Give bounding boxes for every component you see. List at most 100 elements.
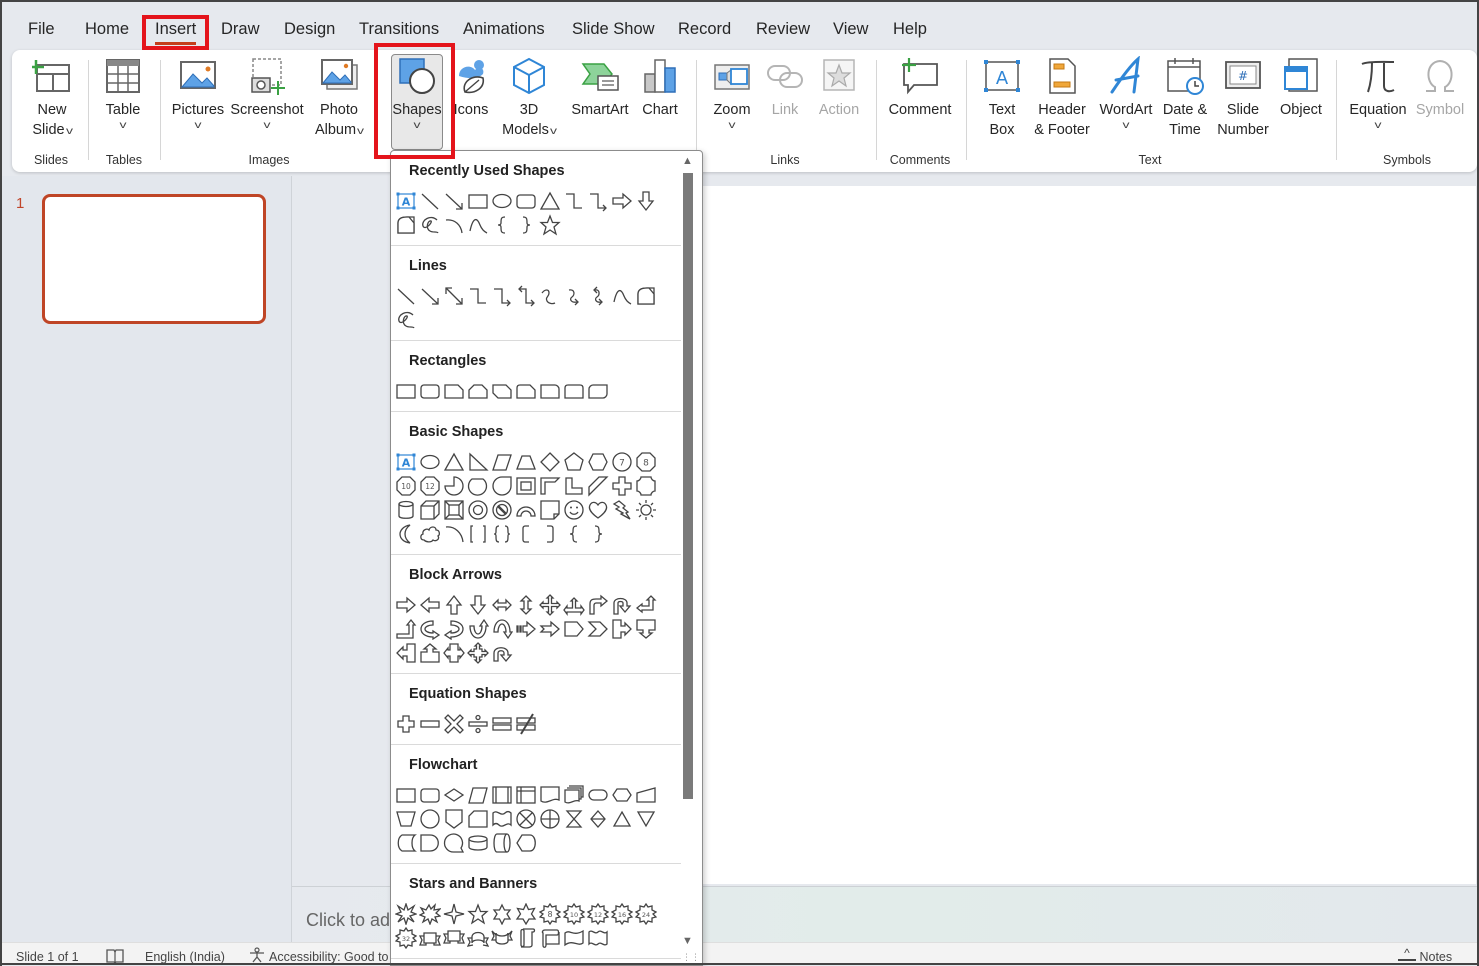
slide-number-button[interactable]: # Slide Number <box>1214 56 1272 140</box>
shape-chevron-icon[interactable] <box>586 617 610 641</box>
shape-sniprnd-icon[interactable] <box>514 379 538 403</box>
shape-curvedarrow-icon[interactable] <box>562 284 586 308</box>
shape-rnd2-icon[interactable] <box>562 379 586 403</box>
tab-draw[interactable]: Draw <box>221 20 260 39</box>
shape-line-icon[interactable] <box>418 189 442 213</box>
shape-divide-icon[interactable] <box>466 712 490 736</box>
shape-dcallout-icon[interactable] <box>634 617 658 641</box>
shape-uarrow-icon[interactable] <box>442 593 466 617</box>
shape-heart-icon[interactable] <box>586 498 610 522</box>
shape-equal-icon[interactable] <box>490 712 514 736</box>
shape-blockarc-icon[interactable] <box>514 498 538 522</box>
shape-dec-icon[interactable]: 10 <box>394 474 418 498</box>
shape-elbowarrow-icon[interactable] <box>490 284 514 308</box>
shape-star10-icon[interactable]: 10 <box>562 902 586 926</box>
shape-curve-icon[interactable] <box>466 213 490 237</box>
shape-rnddiag-icon[interactable] <box>586 379 610 403</box>
shape-rtriangle-icon[interactable] <box>466 450 490 474</box>
shape-lbracket-icon[interactable] <box>514 522 538 546</box>
tab-file[interactable]: File <box>28 20 55 39</box>
shape-fc-tape-icon[interactable] <box>490 807 514 831</box>
shape-ribbon-down-icon[interactable] <box>442 926 466 950</box>
shape-elbow-icon[interactable] <box>466 284 490 308</box>
shape-curved-r-icon[interactable] <box>418 617 442 641</box>
shape-teardrop-icon[interactable] <box>490 474 514 498</box>
shape-fc-or-icon[interactable] <box>538 807 562 831</box>
shape-hexagon-icon[interactable] <box>586 450 610 474</box>
accessibility-status[interactable]: Accessibility: Good to go <box>269 950 406 964</box>
screenshot-button[interactable]: Screenshot v <box>230 56 304 132</box>
shape-foldcorner-icon[interactable] <box>538 498 562 522</box>
shape-ellipse-icon[interactable] <box>418 450 442 474</box>
shape-fc-connector-icon[interactable] <box>418 807 442 831</box>
photo-album-button[interactable]: Photo Albumv <box>308 56 370 142</box>
icons-button[interactable]: Icons <box>448 56 494 120</box>
tab-home[interactable]: Home <box>85 20 129 39</box>
shape-triangle-icon[interactable] <box>538 189 562 213</box>
shape-freeform-icon[interactable] <box>394 213 418 237</box>
shape-bevel-icon[interactable] <box>442 498 466 522</box>
slide-canvas[interactable] <box>700 186 1476 884</box>
shape-diagstripe-icon[interactable] <box>586 474 610 498</box>
shape-ribbon-up-icon[interactable] <box>418 926 442 950</box>
shape-fc-direct-icon[interactable] <box>490 831 514 855</box>
shape-ellipse-icon[interactable] <box>490 189 514 213</box>
shape-rect-icon[interactable] <box>466 189 490 213</box>
shape-notequal-icon[interactable] <box>514 712 538 736</box>
shape-textbox-icon[interactable]: A <box>394 450 418 474</box>
shape-lrarrow-icon[interactable] <box>490 593 514 617</box>
shape-uturn-icon[interactable] <box>610 593 634 617</box>
shapes-button[interactable]: Shapes v <box>392 56 442 132</box>
zoom-button[interactable]: Zoom v <box>708 56 756 132</box>
shape-fc-seq-access-icon[interactable] <box>442 831 466 855</box>
shape-cross-icon[interactable] <box>610 474 634 498</box>
shape-star12-icon[interactable]: 12 <box>586 902 610 926</box>
shape-rbracket-icon[interactable] <box>538 522 562 546</box>
shape-quadcallout-icon[interactable] <box>466 641 490 665</box>
shape-elbow-icon[interactable] <box>562 189 586 213</box>
shape-rbrace-icon[interactable] <box>514 213 538 237</box>
shape-rarrow-icon[interactable] <box>610 189 634 213</box>
shape-sun-icon[interactable] <box>634 498 658 522</box>
shape-fc-multi-doc-icon[interactable] <box>562 783 586 807</box>
comment-button[interactable]: Comment <box>884 56 956 120</box>
shape-fc-display-icon[interactable] <box>514 831 538 855</box>
shape-triangle-icon[interactable] <box>442 450 466 474</box>
language-status[interactable]: English (India) <box>145 950 225 964</box>
shape-moon-icon[interactable] <box>394 522 418 546</box>
shape-rbrace-icon[interactable] <box>586 522 610 546</box>
shape-textbox-icon[interactable]: A <box>394 189 418 213</box>
tab-animations[interactable]: Animations <box>463 20 545 39</box>
link-button[interactable]: Link <box>764 56 806 120</box>
shape-minus-icon[interactable] <box>418 712 442 736</box>
shape-arrowline-icon[interactable] <box>442 189 466 213</box>
shape-fc-collate-icon[interactable] <box>562 807 586 831</box>
shape-larrow-icon[interactable] <box>418 593 442 617</box>
shape-fc-alt-icon[interactable] <box>418 783 442 807</box>
shape-arc2-icon[interactable] <box>442 522 466 546</box>
shape-fc-delay-icon[interactable] <box>418 831 442 855</box>
shape-bentup-icon[interactable] <box>394 617 418 641</box>
dropdown-scrollbar[interactable]: ▲ ▼ <box>681 151 695 965</box>
shape-fc-manual-input-icon[interactable] <box>634 783 658 807</box>
shape-fc-internal-icon[interactable] <box>514 783 538 807</box>
shape-lightning-icon[interactable] <box>610 498 634 522</box>
symbol-button[interactable]: Symbol <box>1412 56 1468 120</box>
shape-curve-icon[interactable] <box>610 284 634 308</box>
3d-models-button[interactable]: 3D Modelsv <box>498 56 560 142</box>
shape-rarrow-icon[interactable] <box>394 593 418 617</box>
shape-elbowdbl-icon[interactable] <box>514 284 538 308</box>
shape-fc-prep-icon[interactable] <box>610 783 634 807</box>
smartart-button[interactable]: SmartArt <box>568 56 632 120</box>
shape-snip1-icon[interactable] <box>442 379 466 403</box>
shape-oct-icon[interactable]: 8 <box>634 450 658 474</box>
shape-curved-d-icon[interactable] <box>490 617 514 641</box>
shape-quadarrow-icon[interactable] <box>538 593 562 617</box>
notes-toggle-button[interactable]: ^ Notes <box>1398 945 1452 964</box>
shape-smiley-icon[interactable] <box>562 498 586 522</box>
shape-fc-merge-icon[interactable] <box>634 807 658 831</box>
shape-snip2-icon[interactable] <box>466 379 490 403</box>
shape-lcallout-icon[interactable] <box>394 641 418 665</box>
shape-plus-icon[interactable] <box>394 712 418 736</box>
shape-lshape-icon[interactable] <box>562 474 586 498</box>
